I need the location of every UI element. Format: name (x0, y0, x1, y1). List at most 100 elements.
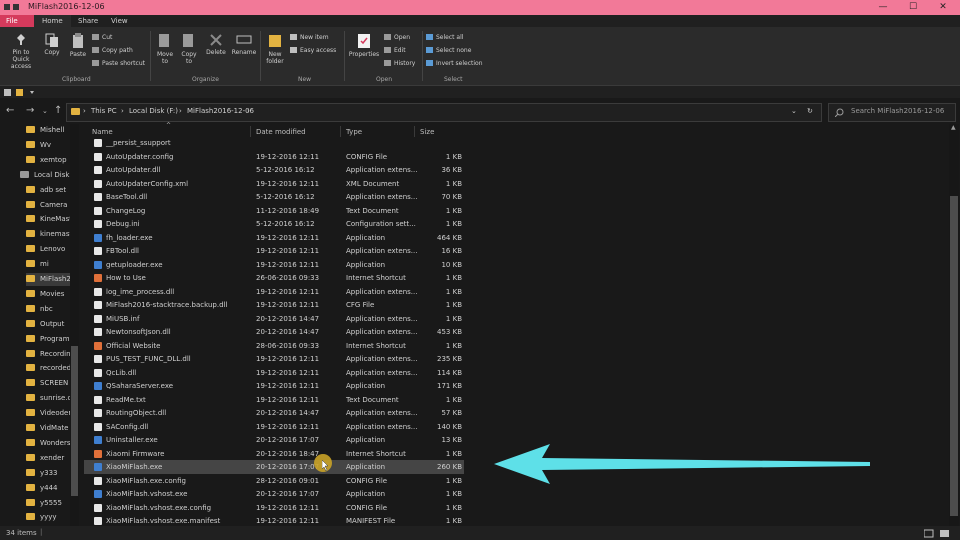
breadcrumb-this-pc[interactable]: This PC (91, 107, 117, 115)
sidebar-item[interactable]: mi (26, 258, 70, 271)
column-size[interactable]: Size (420, 128, 434, 136)
file-row[interactable]: log_ime_process.dll 19-12-2016 12:11 Appli… (84, 285, 464, 299)
tab-home[interactable]: Home (34, 15, 71, 27)
breadcrumb-local-disk[interactable]: Local Disk (F:) (129, 107, 178, 115)
sidebar-item[interactable]: y444 (26, 482, 70, 495)
file-row[interactable]: PUS_TEST_FUNC_DLL.dll 19-12-2016 12:11 App… (84, 352, 464, 366)
copy-path-button[interactable]: Copy path (92, 46, 133, 55)
new-item-button[interactable]: New item (290, 33, 329, 42)
sidebar-item[interactable]: Movies (26, 288, 70, 301)
forward-arrow-icon[interactable]: → (26, 105, 34, 116)
open-button[interactable]: Open (384, 33, 410, 42)
file-list-scroll-thumb[interactable] (950, 196, 958, 516)
view-mode-icons[interactable] (924, 529, 954, 538)
tab-view[interactable]: View (103, 15, 136, 27)
file-row[interactable]: QcLib.dll 19-12-2016 12:11 Application ext… (84, 366, 464, 380)
back-arrow-icon[interactable]: ← (6, 105, 14, 116)
file-row[interactable]: XiaoMiFlash.exe 20-12-2016 17:07 Applicati… (84, 460, 464, 474)
scroll-up-icon[interactable]: ▲ (951, 124, 956, 131)
tab-share[interactable]: Share (70, 15, 106, 27)
sidebar-item[interactable]: Local Disk (F:) (20, 169, 70, 182)
file-row[interactable]: XiaoMiFlash.vshost.exe.config 19-12-2016 … (84, 501, 464, 515)
address-dropdown-icon[interactable]: ⌄ (791, 107, 797, 115)
sidebar-item[interactable]: Wv (26, 139, 70, 152)
sidebar-item[interactable]: KineMaster (26, 213, 70, 226)
sidebar-item[interactable]: Camera (26, 199, 70, 212)
invert-selection-button[interactable]: Invert selection (426, 59, 483, 68)
refresh-icon[interactable]: ↻ (807, 107, 813, 115)
file-row[interactable]: XiaoMiFlash.vshost.exe 20-12-2016 17:07 Ap… (84, 487, 464, 501)
file-row[interactable]: fh_loader.exe 19-12-2016 12:11 Application… (84, 231, 464, 245)
properties-button[interactable]: Properties (348, 33, 380, 58)
copy-to-button[interactable]: Copy to (178, 33, 200, 65)
cut-button[interactable]: Cut (92, 33, 112, 42)
sidebar-item[interactable]: Lenovo (26, 243, 70, 256)
file-row[interactable]: getuploader.exe 19-12-2016 12:11 Applicati… (84, 258, 464, 272)
file-row[interactable]: SAConfig.dll 19-12-2016 12:11 Application … (84, 420, 464, 434)
sidebar-item[interactable]: MiFlash2016 (26, 273, 70, 286)
nav-scroll-thumb[interactable] (71, 346, 78, 496)
sidebar-item[interactable]: Mishell (26, 124, 70, 137)
file-row[interactable]: NewtonsoftJson.dll 20-12-2016 14:47 Applic… (84, 325, 464, 339)
column-date[interactable]: Date modified (256, 128, 306, 136)
file-row[interactable]: QSaharaServer.exe 19-12-2016 12:11 Applica… (84, 379, 464, 393)
file-row[interactable]: Debug.ini 5-12-2016 16:12 Configuration se… (84, 217, 464, 231)
select-all-button[interactable]: Select all (426, 33, 463, 42)
file-row[interactable]: BaseTool.dll 5-12-2016 16:12 Application e… (84, 190, 464, 204)
easy-access-button[interactable]: Easy access (290, 46, 336, 55)
copy-button[interactable]: Copy (40, 33, 64, 56)
sidebar-item[interactable]: VidMate (26, 422, 70, 435)
history-button[interactable]: History (384, 59, 415, 68)
rename-button[interactable]: Rename (230, 33, 258, 56)
pin-quick-access-button[interactable]: Pin to Quick access (4, 33, 38, 70)
nav-scrollbar[interactable] (70, 124, 79, 526)
file-row[interactable]: ReadMe.txt 19-12-2016 12:11 Text Document 1… (84, 393, 464, 407)
breadcrumb-current-folder[interactable]: MiFlash2016-12-06 (187, 107, 254, 115)
file-row[interactable]: Xiaomi Firmware 20-12-2016 18:47 Internet … (84, 447, 464, 461)
sidebar-item[interactable]: yyyy (26, 511, 70, 524)
sidebar-item[interactable]: sunrise.co (26, 392, 70, 405)
file-row[interactable]: MiUSB.inf 20-12-2016 14:47 Application ext… (84, 312, 464, 326)
delete-button[interactable]: Delete (204, 33, 228, 56)
file-row[interactable]: AutoUpdater.dll 5-12-2016 16:12 Applicatio… (84, 163, 464, 177)
edit-button[interactable]: Edit (384, 46, 406, 55)
sidebar-item[interactable]: Program Files (26, 333, 70, 346)
sidebar-item[interactable]: SCREEN (26, 377, 70, 390)
sidebar-item[interactable]: y5555 (26, 497, 70, 510)
close-button[interactable]: ✕ (928, 0, 958, 15)
up-arrow-icon[interactable]: ↑ (54, 105, 62, 116)
file-row[interactable]: RoutingObject.dll 20-12-2016 14:47 Applica… (84, 406, 464, 420)
minimize-button[interactable]: — (868, 0, 898, 15)
new-folder-button[interactable]: New folder (262, 33, 288, 65)
file-row[interactable]: Uninstaller.exe 20-12-2016 17:07 Applicati… (84, 433, 464, 447)
address-bar[interactable]: › This PC › Local Disk (F:) › MiFlash201… (66, 103, 822, 122)
select-none-button[interactable]: Select none (426, 46, 471, 55)
file-list-scrollbar[interactable]: ▲ (949, 124, 959, 526)
paste-shortcut-button[interactable]: Paste shortcut (92, 59, 145, 68)
search-box[interactable]: Search MiFlash2016-12-06 (828, 103, 956, 122)
sidebar-item[interactable]: Recordings (26, 348, 70, 361)
move-to-button[interactable]: Move to (154, 33, 176, 65)
sidebar-item[interactable]: xemtop (26, 154, 70, 167)
column-type[interactable]: Type (346, 128, 362, 136)
sidebar-item[interactable]: kinemaster (26, 228, 70, 241)
sidebar-item[interactable]: Videoder (26, 407, 70, 420)
tab-file[interactable]: File (0, 15, 34, 27)
file-row[interactable]: AutoUpdaterConfig.xml 19-12-2016 12:11 XML… (84, 177, 464, 191)
paste-button[interactable]: Paste (66, 33, 90, 58)
file-row[interactable]: ChangeLog 11-12-2016 18:49 Text Document 1 … (84, 204, 464, 218)
sidebar-item[interactable]: Output (26, 318, 70, 331)
file-row[interactable]: XiaoMiFlash.exe.config 28-12-2016 09:01 CO… (84, 474, 464, 488)
recent-dropdown-icon[interactable]: ⌄ (42, 107, 48, 115)
file-row[interactable]: MiFlash2016-stacktrace.backup.dll 19-12-2… (84, 298, 464, 312)
column-name[interactable]: Name (92, 128, 113, 136)
file-row[interactable]: __persist_ssupport (84, 136, 464, 150)
sidebar-item[interactable]: y333 (26, 467, 70, 480)
sidebar-item[interactable]: nbc (26, 303, 70, 316)
file-row[interactable]: Official Website 28-06-2016 09:33 Internet… (84, 339, 464, 353)
file-row[interactable]: FBTool.dll 19-12-2016 12:11 Application ex… (84, 244, 464, 258)
sidebar-item[interactable]: recorded (26, 362, 70, 375)
sidebar-item[interactable]: xender (26, 452, 70, 465)
file-row[interactable]: AutoUpdater.config 19-12-2016 12:11 CONFIG… (84, 150, 464, 164)
sidebar-item[interactable]: Wondershare (26, 437, 70, 450)
